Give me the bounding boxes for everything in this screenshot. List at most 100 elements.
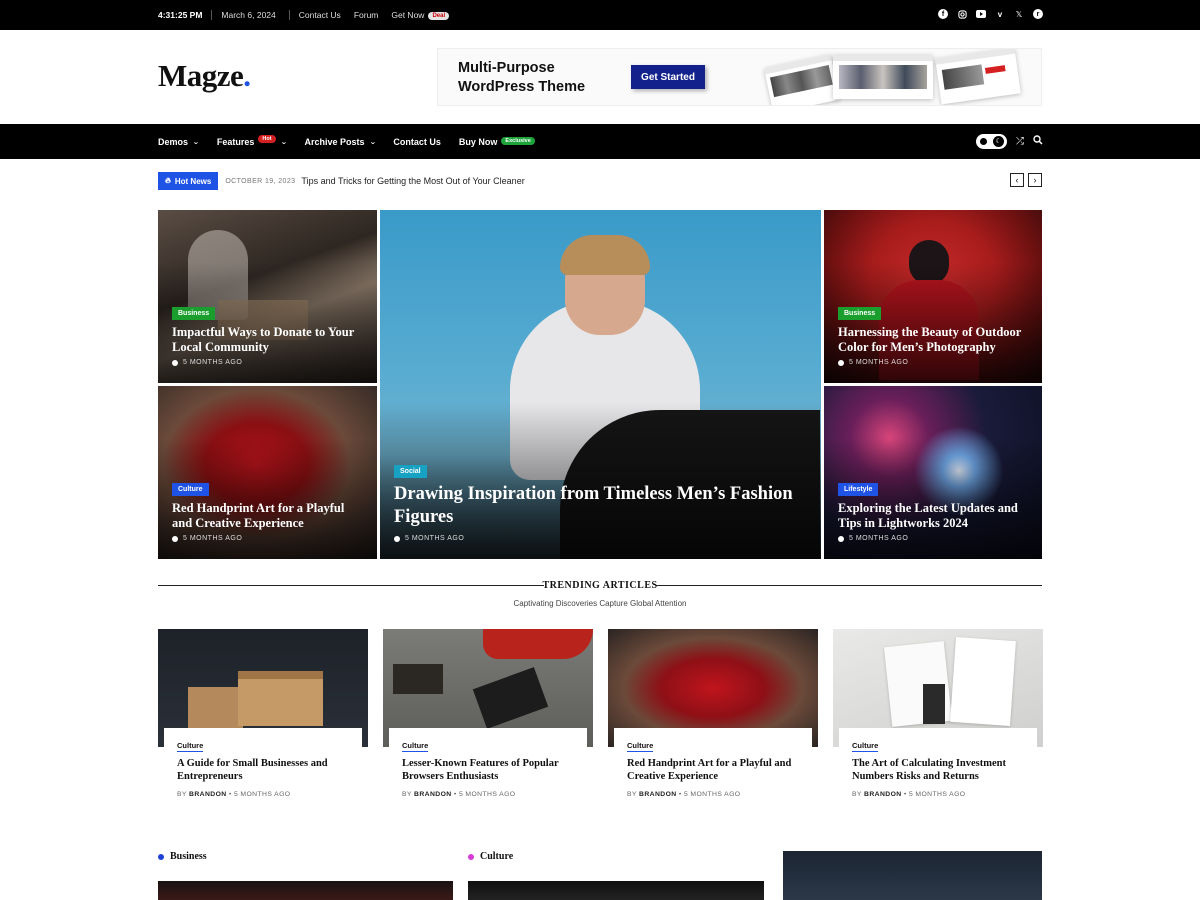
- get-started-button[interactable]: Get Started: [631, 65, 705, 89]
- category-link[interactable]: Culture: [402, 741, 429, 752]
- top-bar: 4:31:25 PM March 6, 2024 Contact Us Foru…: [0, 0, 1200, 30]
- deal-badge: Deal: [428, 12, 450, 20]
- post-title[interactable]: Red Handprint Art for a Playful and Crea…: [172, 501, 367, 531]
- article-meta: BY BRANDON • 5 MONTHS AGO: [177, 791, 291, 798]
- section-heading-culture[interactable]: Culture: [468, 851, 513, 862]
- header-ad-banner[interactable]: Multi-Purpose WordPress Theme Get Starte…: [437, 48, 1042, 106]
- prev-arrow-icon[interactable]: ‹: [1010, 173, 1024, 187]
- category-badge[interactable]: Culture: [172, 483, 209, 496]
- category-link[interactable]: Culture: [852, 741, 879, 752]
- theme-preview-image: [833, 55, 933, 99]
- post-title[interactable]: Drawing Inspiration from Timeless Men’s …: [394, 483, 814, 529]
- top-link-contact[interactable]: Contact Us: [299, 10, 341, 20]
- post-meta: 5 MONTHS AGO: [838, 359, 908, 366]
- dark-mode-toggle[interactable]: ☾: [976, 134, 1007, 149]
- post-title[interactable]: Impactful Ways to Donate to Your Local C…: [172, 325, 367, 355]
- x-icon[interactable]: 𝕏: [1014, 9, 1024, 19]
- author-link[interactable]: BRANDON: [189, 791, 227, 798]
- hot-badge: Hot: [258, 134, 276, 143]
- nav-label: Archive Posts: [304, 136, 365, 147]
- theme-preview-image: [763, 54, 841, 105]
- category-link[interactable]: Culture: [627, 741, 654, 752]
- logo-dot: .: [243, 58, 251, 93]
- clock-icon: [838, 535, 844, 542]
- top-link-get-now[interactable]: Get Now Deal: [391, 10, 450, 20]
- post-time: 5 MONTHS AGO: [849, 359, 909, 366]
- ticker-headline[interactable]: Tips and Tricks for Getting the Most Out…: [301, 176, 524, 186]
- article-title[interactable]: Red Handprint Art for a Playful and Crea…: [627, 757, 807, 783]
- hero-post[interactable]: Business Harnessing the Beauty of Outdoo…: [824, 210, 1042, 383]
- instagram-icon[interactable]: [957, 9, 967, 19]
- clock-icon: [172, 535, 178, 542]
- nav-item-demos[interactable]: Demos ⌄: [158, 137, 199, 147]
- reddit-icon[interactable]: r: [1033, 9, 1043, 19]
- author-link[interactable]: BRANDON: [639, 791, 677, 798]
- post-title[interactable]: Exploring the Latest Updates and Tips in…: [838, 501, 1033, 531]
- next-arrow-icon[interactable]: ›: [1028, 173, 1042, 187]
- article-card[interactable]: Culture The Art of Calculating Investmen…: [833, 629, 1043, 809]
- article-card[interactable]: Culture Red Handprint Art for a Playful …: [608, 629, 818, 809]
- site-logo[interactable]: Magze.: [158, 58, 251, 94]
- clock-icon: [172, 359, 178, 366]
- meta-by: BY: [852, 791, 862, 798]
- author-link[interactable]: BRANDON: [414, 791, 452, 798]
- search-icon[interactable]: [1033, 135, 1043, 148]
- nav-label: Features: [216, 136, 255, 147]
- nav-label: Demos: [158, 136, 189, 147]
- category-badge[interactable]: Business: [172, 307, 216, 320]
- article-time: 5 MONTHS AGO: [683, 791, 741, 798]
- hot-news-text: Hot News: [174, 176, 212, 186]
- shuffle-icon[interactable]: ⤮: [1016, 136, 1024, 147]
- post-time: 5 MONTHS AGO: [849, 535, 909, 542]
- nav-item-archive-posts[interactable]: Archive Posts ⌄: [304, 137, 375, 147]
- article-meta: BY BRANDON • 5 MONTHS AGO: [402, 791, 516, 798]
- article-card[interactable]: Culture A Guide for Small Businesses and…: [158, 629, 368, 809]
- post-title[interactable]: Harnessing the Beauty of Outdoor Color f…: [838, 325, 1033, 355]
- article-title[interactable]: The Art of Calculating Investment Number…: [852, 757, 1032, 783]
- sun-icon: [980, 138, 987, 145]
- article-meta: BY BRANDON • 5 MONTHS AGO: [852, 791, 966, 798]
- hero-post[interactable]: Culture Red Handprint Art for a Playful …: [158, 386, 377, 559]
- author-link[interactable]: BRANDON: [864, 791, 902, 798]
- article-time: 5 MONTHS AGO: [233, 791, 291, 798]
- section-dot: [158, 853, 164, 860]
- article-image[interactable]: [783, 851, 1042, 900]
- article-title[interactable]: Lesser-Known Features of Popular Browser…: [402, 757, 582, 783]
- category-link[interactable]: Culture: [177, 741, 204, 752]
- category-badge[interactable]: Lifestyle: [838, 483, 879, 496]
- section-heading-business[interactable]: Business: [158, 851, 207, 862]
- article-card[interactable]: Culture Lesser-Known Features of Popular…: [383, 629, 593, 809]
- nav-item-features[interactable]: Features Hot ⌄: [216, 134, 288, 147]
- top-link-forum[interactable]: Forum: [354, 10, 379, 20]
- hero-post-featured[interactable]: Social Drawing Inspiration from Timeless…: [380, 210, 821, 559]
- article-image[interactable]: [468, 881, 764, 900]
- exclusive-badge: Exclusive: [501, 136, 535, 145]
- chevron-down-icon: ⌄: [368, 138, 376, 146]
- main-nav: Demos ⌄ Features Hot ⌄ Archive Posts ⌄ Conta…: [0, 124, 1200, 159]
- category-badge[interactable]: Social: [394, 465, 427, 478]
- nav-item-buy-now[interactable]: Buy Now Exclusive: [458, 136, 535, 147]
- chevron-down-icon: ⌄: [280, 138, 288, 146]
- article-meta: BY BRANDON • 5 MONTHS AGO: [627, 791, 741, 798]
- post-meta: 5 MONTHS AGO: [172, 535, 242, 542]
- hero-post[interactable]: Business Impactful Ways to Donate to You…: [158, 210, 377, 383]
- hero-post[interactable]: Lifestyle Exploring the Latest Updates a…: [824, 386, 1042, 559]
- youtube-icon[interactable]: [976, 9, 986, 19]
- article-image[interactable]: [158, 881, 453, 900]
- category-badge[interactable]: Business: [838, 307, 882, 320]
- section-title: TRENDING ARTICLES: [542, 580, 658, 591]
- ticker-controls: ‹ ›: [1010, 173, 1042, 187]
- ticker-date: OCTOBER 19, 2023: [225, 177, 296, 185]
- article-title[interactable]: A Guide for Small Businesses and Entrepr…: [177, 757, 357, 783]
- nav-label: Contact Us: [393, 136, 441, 147]
- section-subtitle: Captivating Discoveries Capture Global A…: [513, 599, 687, 608]
- nav-item-contact-us[interactable]: Contact Us: [393, 137, 441, 147]
- post-time: 5 MONTHS AGO: [183, 359, 243, 366]
- vimeo-icon[interactable]: v: [995, 9, 1005, 19]
- clock-icon: [838, 359, 844, 366]
- nav-label: Buy Now: [458, 136, 498, 147]
- current-date: March 6, 2024: [221, 10, 276, 20]
- theme-preview-image: [935, 49, 1021, 105]
- facebook-icon[interactable]: f: [938, 9, 948, 19]
- post-time: 5 MONTHS AGO: [405, 535, 465, 542]
